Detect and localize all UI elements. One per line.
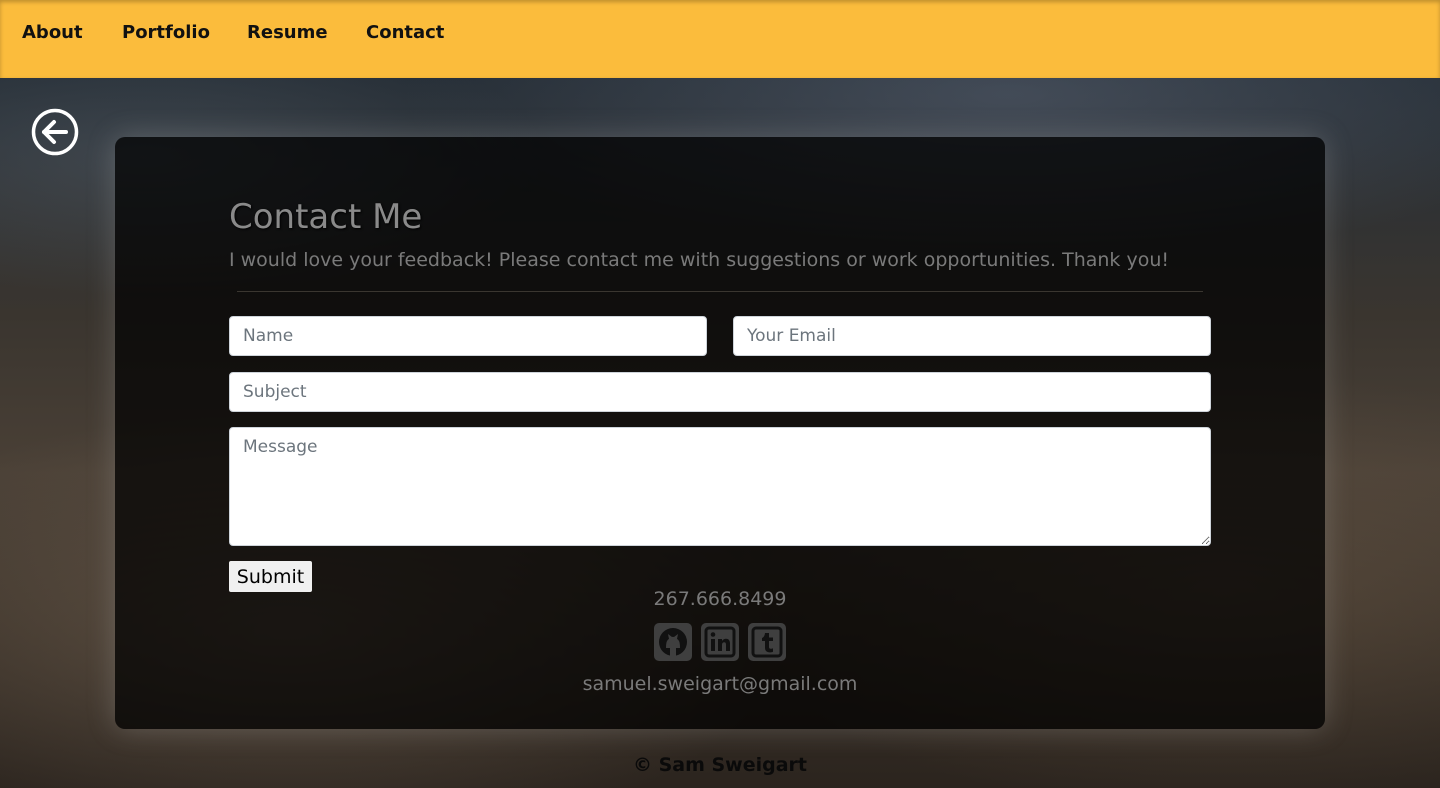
github-link[interactable] [653, 622, 693, 662]
footer-copyright: © Sam Sweigart [632, 754, 808, 776]
top-navbar: About Portfolio Resume Contact [0, 0, 1440, 78]
nav-link-about[interactable]: About [22, 22, 83, 43]
linkedin-link[interactable] [700, 622, 740, 662]
tumblr-icon [748, 623, 786, 661]
subject-input[interactable] [229, 372, 1211, 412]
page-subtitle: I would love your feedback! Please conta… [229, 249, 1169, 271]
page-title: Contact Me [229, 197, 423, 237]
back-button[interactable] [31, 108, 79, 156]
social-links [653, 622, 787, 662]
email-input[interactable] [733, 316, 1211, 356]
contact-card: Contact Me I would love your feedback! P… [115, 137, 1325, 729]
github-icon [654, 623, 692, 661]
nav-link-portfolio[interactable]: Portfolio [122, 22, 210, 43]
message-textarea[interactable] [229, 427, 1211, 546]
nav-link-contact[interactable]: Contact [366, 22, 444, 43]
nav-link-resume[interactable]: Resume [247, 22, 328, 43]
divider [237, 291, 1203, 292]
name-input[interactable] [229, 316, 707, 356]
phone-number: 267.666.8499 [653, 588, 787, 610]
arrow-left-circle-icon [31, 108, 79, 156]
linkedin-icon [701, 623, 739, 661]
tumblr-link[interactable] [747, 622, 787, 662]
email-address: samuel.sweigart@gmail.com [582, 673, 858, 695]
